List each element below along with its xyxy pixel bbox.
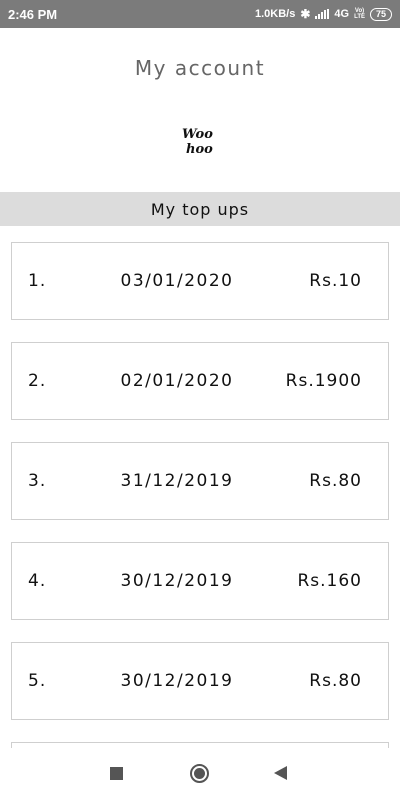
status-time: 2:46 PM [8,6,58,22]
section-header: My top ups [0,192,400,226]
back-icon[interactable] [274,766,287,780]
topup-amount: Rs.1900 [285,371,362,391]
volte-icon: Vo) LTE [354,8,365,20]
topup-item[interactable]: 2. 02/01/2020 Rs.1900 [11,342,389,420]
topup-date: 31/12/2019 [120,471,234,491]
home-icon[interactable] [190,764,209,783]
logo-text-bottom: hoo [186,142,213,157]
topup-date: 03/01/2020 [120,271,234,291]
topup-date: 30/12/2019 [120,571,234,591]
bluetooth-icon: ✱ [300,7,311,21]
topup-date: 30/12/2019 [120,671,234,691]
nav-bar [0,748,400,800]
page-title: My account [134,56,266,80]
topup-amount: Rs.160 [297,571,362,591]
section-title: My top ups [150,199,250,219]
topup-amount: Rs.80 [309,471,362,491]
signal-icon [315,9,330,19]
topup-amount: Rs.10 [309,271,362,291]
topup-item[interactable]: 4. 30/12/2019 Rs.160 [11,542,389,620]
topup-amount: Rs.80 [309,671,362,691]
brand-logo: Woo hoo [182,127,213,157]
volte-bottom: LTE [354,14,365,20]
topup-item[interactable]: 3. 31/12/2019 Rs.80 [11,442,389,520]
status-icons: 1.0KB/s ✱ 4G Vo) LTE 75 [255,7,392,21]
recents-icon[interactable] [110,767,123,780]
logo-text-top: Woo [182,127,213,142]
status-bar: 2:46 PM 1.0KB/s ✱ 4G Vo) LTE 75 [0,0,400,28]
network-speed: 1.0KB/s [254,8,296,20]
topup-item[interactable]: 1. 03/01/2020 Rs.10 [11,242,389,320]
network-type: 4G [334,8,350,20]
topup-item[interactable]: 5. 30/12/2019 Rs.80 [11,642,389,720]
battery-icon: 75 [369,7,392,21]
